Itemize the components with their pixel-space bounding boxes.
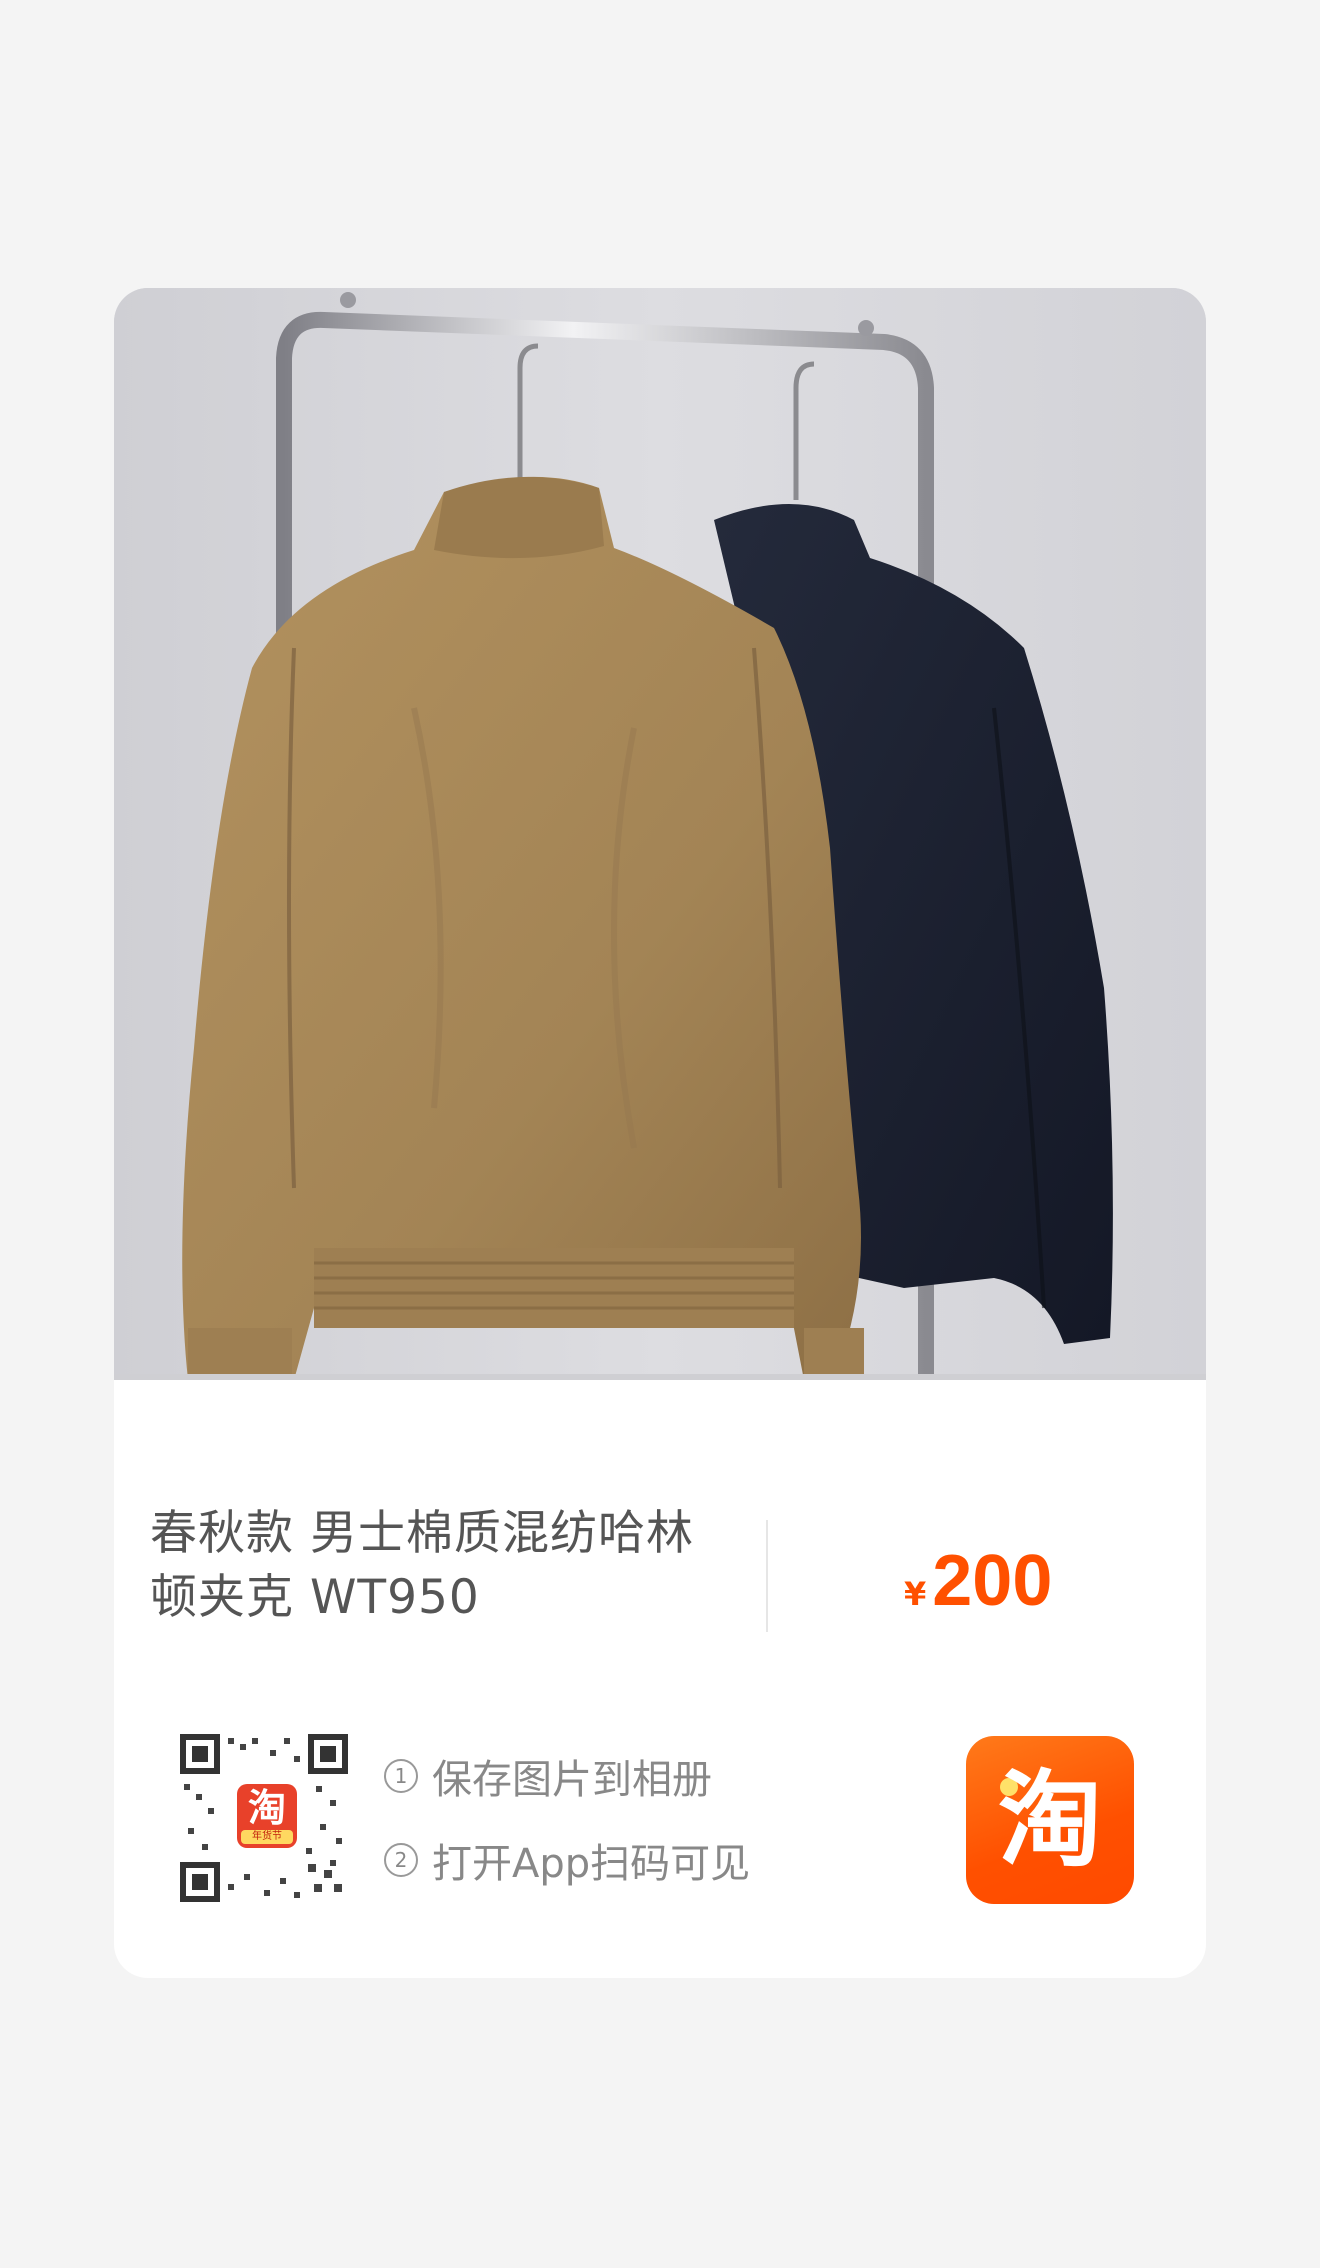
qr-badge-caption: 年货节 <box>241 1830 293 1844</box>
qr-code[interactable]: 淘 年货节 <box>180 1734 348 1902</box>
taobao-app-button[interactable]: 淘 <box>966 1736 1134 1904</box>
product-photo-illustration <box>114 288 1206 1380</box>
product-price: ¥200 <box>904 1540 1053 1621</box>
product-image[interactable] <box>114 288 1206 1380</box>
product-title: 春秋款 男士棉质混纺哈林顿夹克 WT950 <box>150 1506 694 1625</box>
step-number-circle-icon: 1 <box>384 1759 418 1793</box>
taobao-badge-icon: 淘 年货节 <box>237 1784 297 1848</box>
divider <box>766 1520 768 1632</box>
step-text: 保存图片到相册 <box>432 1757 712 1803</box>
step-number-circle-icon: 2 <box>384 1843 418 1877</box>
share-card: 春秋款 男士棉质混纺哈林顿夹克 WT950 ¥200 淘 年货节 1 保存图片到… <box>114 288 1206 1978</box>
step-text: 打开App扫码可见 <box>432 1841 751 1887</box>
taobao-logo-icon: 淘 <box>997 1759 1102 1881</box>
instruction-step-2: 2 打开App扫码可见 <box>384 1830 750 1890</box>
price-amount: 200 <box>932 1541 1053 1621</box>
currency-symbol: ¥ <box>904 1575 927 1613</box>
qr-badge-glyph: 淘 <box>247 1786 286 1830</box>
instruction-step-1: 1 保存图片到相册 <box>384 1746 712 1806</box>
